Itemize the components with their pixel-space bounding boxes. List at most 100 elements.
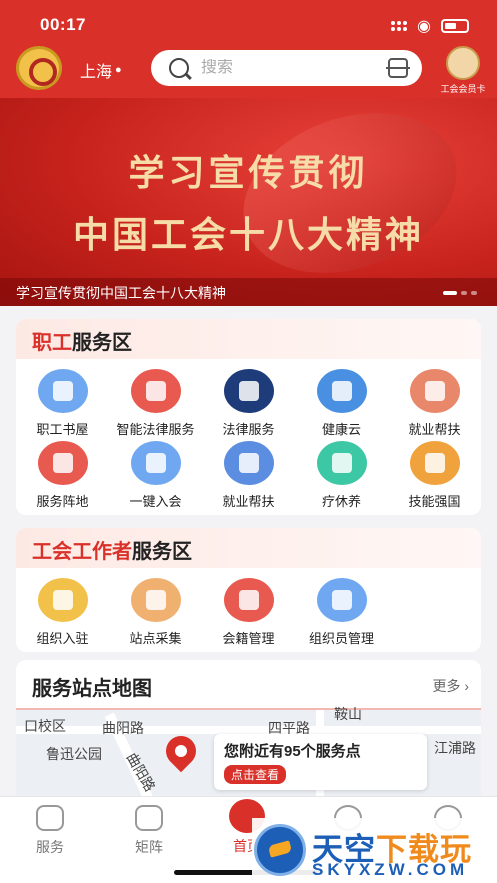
employee-service-item[interactable]: 技能强国 bbox=[388, 441, 481, 513]
employee-service-item[interactable]: 法律服务 bbox=[202, 369, 295, 441]
status-icons: ◉ bbox=[391, 16, 469, 36]
scan-icon[interactable] bbox=[386, 58, 410, 78]
map-label-road: 曲阳路 bbox=[123, 749, 159, 795]
nearby-stations-text: 您附近有95个服务点 bbox=[224, 743, 361, 760]
battery-icon bbox=[441, 19, 469, 33]
wifi-icon: ◉ bbox=[417, 18, 431, 35]
view-stations-button[interactable]: 点击查看 bbox=[224, 765, 287, 784]
banner-pagination bbox=[443, 291, 477, 295]
tab-service[interactable]: 服务 bbox=[15, 805, 85, 857]
employee-service-item[interactable]: 智能法律服务 bbox=[109, 369, 202, 441]
map-label-road: 曲阳路 bbox=[102, 720, 144, 736]
job-badge-icon bbox=[223, 441, 274, 485]
worker-service-grid: 组织入驻 站点采集 会籍管理 组织员管理 bbox=[16, 568, 481, 652]
worker-service-item[interactable]: 会籍管理 bbox=[202, 578, 295, 650]
employee-service-item[interactable]: 一键入会 bbox=[109, 441, 202, 513]
ai-law-icon bbox=[130, 369, 181, 413]
worker-service-item-label: 会籍管理 bbox=[222, 631, 275, 646]
worker-service-item[interactable]: 站点采集 bbox=[109, 578, 202, 650]
location-pin-icon: ● bbox=[115, 64, 122, 76]
member-manage-icon bbox=[223, 578, 274, 622]
banner-caption: 学习宣传贯彻中国工会十八大精神 bbox=[0, 278, 497, 306]
employee-service-item[interactable]: 就业帮扶 bbox=[388, 369, 481, 441]
trade-union-logo[interactable] bbox=[16, 46, 62, 90]
service-hand-icon bbox=[36, 805, 64, 831]
worker-service-item-label: 站点采集 bbox=[129, 631, 182, 646]
worker-zone-title-black: 服务区 bbox=[132, 541, 192, 563]
service-station-map-card: 服务站点地图 更多 › 口校区 曲阳路 四平路 鞍山 鲁迅公园 曲阳路 江浦路 … bbox=[16, 660, 481, 810]
user-join-icon bbox=[130, 441, 181, 485]
banner-dot bbox=[471, 291, 477, 295]
banner-dot bbox=[443, 291, 457, 295]
map-label-area: 鞍山 bbox=[334, 706, 362, 722]
service-map[interactable]: 口校区 曲阳路 四平路 鞍山 鲁迅公园 曲阳路 江浦路 您附近有95个服务点 点… bbox=[16, 706, 481, 810]
map-pin-icon[interactable] bbox=[159, 729, 203, 773]
more-label: 更多 bbox=[432, 678, 461, 694]
site-watermark: 天空下载玩 SKYXZW.COM bbox=[252, 818, 497, 883]
palm-tree-icon bbox=[316, 441, 367, 485]
skyxzw-logo-icon bbox=[254, 824, 306, 876]
tab-label: 矩阵 bbox=[135, 839, 163, 855]
search-bar[interactable] bbox=[151, 50, 422, 86]
watermark-domain: SKYXZW.COM bbox=[312, 860, 469, 879]
worker-service-item-label: 组织入驻 bbox=[36, 631, 89, 646]
city-label: 上海 bbox=[80, 64, 113, 81]
promo-banner[interactable]: 学习宣传贯彻 中国工会十八大精神 学习宣传贯彻中国工会十八大精神 bbox=[0, 98, 497, 306]
employee-service-item-label: 就业帮扶 bbox=[222, 494, 275, 509]
map-pin-icon bbox=[37, 441, 88, 485]
status-time: 00:17 bbox=[40, 15, 86, 34]
institution-icon bbox=[135, 805, 163, 831]
worker-zone-title-red: 工会工作者 bbox=[32, 541, 132, 563]
map-label-district: 口校区 bbox=[24, 718, 66, 734]
map-more-link[interactable]: 更多 › bbox=[432, 676, 469, 696]
city-selector[interactable]: 上海 ● bbox=[80, 58, 122, 82]
member-card-icon bbox=[446, 46, 480, 80]
employee-service-item-label: 服务阵地 bbox=[36, 494, 89, 509]
map-label-road: 江浦路 bbox=[434, 740, 476, 756]
resume-icon bbox=[409, 369, 460, 413]
worker-service-item[interactable]: 组织入驻 bbox=[16, 578, 109, 650]
employee-service-item[interactable]: 疗休养 bbox=[295, 441, 388, 513]
employee-service-item-label: 技能强国 bbox=[408, 494, 461, 509]
employee-zone-title-black: 服务区 bbox=[72, 332, 132, 354]
status-bar: 00:17 ◉ bbox=[0, 0, 497, 46]
banner-headline-1: 学习宣传贯彻 bbox=[128, 153, 369, 193]
staff-manage-icon bbox=[316, 578, 367, 622]
employee-service-item-label: 一键入会 bbox=[129, 494, 182, 509]
employee-service-item-label: 智能法律服务 bbox=[116, 422, 195, 437]
tab-label: 服务 bbox=[36, 839, 64, 855]
employee-service-item[interactable]: 职工书屋 bbox=[16, 369, 109, 441]
employee-service-item[interactable]: 服务阵地 bbox=[16, 441, 109, 513]
building-icon bbox=[37, 578, 88, 622]
search-input[interactable] bbox=[201, 59, 371, 77]
employee-service-item-label: 法律服务 bbox=[222, 422, 275, 437]
employee-service-grid: 职工书屋 智能法律服务 法律服务 健康云 就业帮扶 服务阵地 一键入会 就业帮扶 疗休养 技能强国 bbox=[16, 359, 481, 515]
employee-service-item[interactable]: 健康云 bbox=[295, 369, 388, 441]
employee-zone-title-red: 职工 bbox=[32, 332, 72, 354]
12351-icon bbox=[223, 369, 274, 413]
employee-service-zone: 职工服务区 职工书屋 智能法律服务 法律服务 健康云 就业帮扶 服务阵地 一键入会 就业帮扶疗… bbox=[16, 319, 481, 515]
member-card-label: 工会会员卡 bbox=[440, 84, 486, 94]
employee-service-item[interactable]: 就业帮扶 bbox=[202, 441, 295, 513]
employee-service-item-label: 职工书屋 bbox=[36, 422, 89, 437]
worker-zone-title: 工会工作者服务区 bbox=[16, 528, 481, 568]
search-icon bbox=[169, 58, 189, 78]
employee-service-item-label: 就业帮扶 bbox=[408, 422, 461, 437]
employee-service-item-label: 健康云 bbox=[321, 422, 361, 437]
employee-zone-title: 职工服务区 bbox=[16, 319, 481, 359]
tab-matrix[interactable]: 矩阵 bbox=[114, 805, 184, 857]
book-icon bbox=[37, 369, 88, 413]
map-label-park: 鲁迅公园 bbox=[46, 746, 102, 762]
worker-service-zone: 工会工作者服务区 组织入驻 站点采集 会籍管理 组织员管理 bbox=[16, 528, 481, 652]
map-road bbox=[16, 726, 481, 734]
worker-service-item[interactable]: 组织员管理 bbox=[295, 578, 388, 650]
signal-icon bbox=[391, 21, 408, 31]
chevron-right-icon: › bbox=[464, 678, 469, 694]
banner-headline-2: 中国工会十八大精神 bbox=[72, 215, 424, 255]
banner-dot bbox=[461, 291, 467, 295]
employee-service-item-label: 疗休养 bbox=[321, 494, 361, 509]
nearby-stations-popup[interactable]: 您附近有95个服务点 点击查看 bbox=[214, 734, 427, 790]
whistle-icon bbox=[409, 441, 460, 485]
worker-service-item-label: 组织员管理 bbox=[308, 631, 374, 646]
member-card-button[interactable]: 工会会员卡 bbox=[438, 46, 488, 96]
